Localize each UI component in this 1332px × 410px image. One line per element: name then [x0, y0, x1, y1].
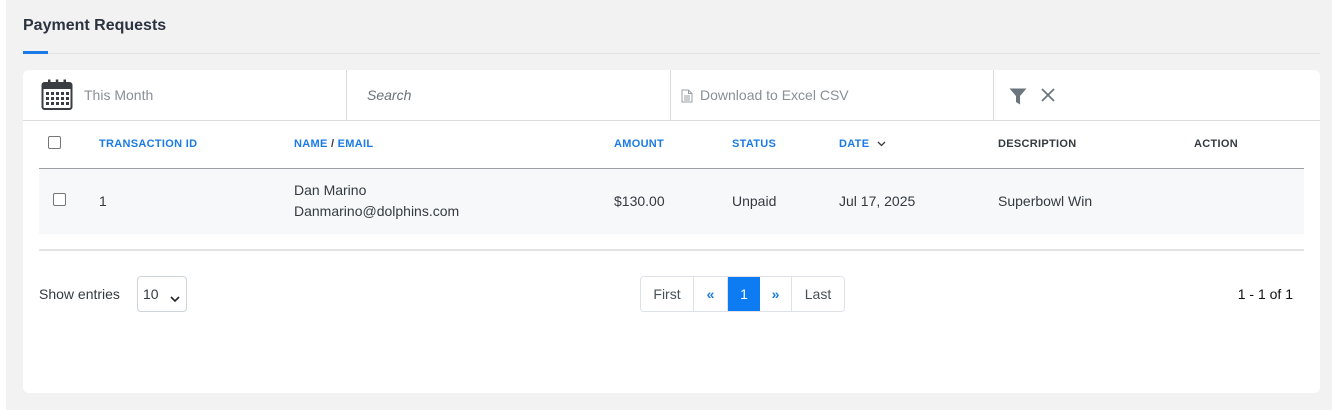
calendar-icon[interactable] [41, 79, 73, 116]
column-header-transaction-id[interactable]: TRANSACTION ID [99, 121, 294, 169]
select-all-checkbox[interactable] [48, 136, 61, 150]
download-csv-label: Download to Excel CSV [700, 87, 849, 103]
pagination-next[interactable]: » [760, 277, 792, 311]
date-range-label[interactable]: This Month [84, 87, 153, 103]
column-header-amount[interactable]: AMOUNT [614, 121, 732, 169]
filter-cell [994, 70, 1320, 121]
sort-descending-icon[interactable] [877, 138, 886, 150]
select-all-cell [39, 121, 99, 169]
pagination: First « 1 » Last [640, 276, 845, 312]
entries-per-page-select[interactable]: 10 [137, 276, 187, 312]
customer-name: Dan Marino [294, 182, 367, 199]
amount-cell: $130.00 [614, 168, 732, 234]
filter-icon[interactable] [1009, 88, 1027, 110]
search-input[interactable] [365, 83, 655, 107]
column-header-name-email[interactable]: NAME / EMAIL [294, 121, 614, 169]
action-cell [1194, 168, 1304, 234]
column-header-date[interactable]: DATE [839, 138, 869, 150]
row-checkbox[interactable] [53, 192, 66, 206]
active-tab-indicator [23, 51, 48, 54]
description-cell: Superbowl Win [998, 168, 1194, 234]
table-footer-divider [39, 249, 1304, 251]
transaction-id-cell: 1 [99, 168, 294, 234]
pagination-first[interactable]: First [641, 277, 694, 311]
download-csv-button[interactable]: Download to Excel CSV [671, 70, 994, 121]
search-cell [347, 70, 671, 121]
table-header-row: TRANSACTION ID NAME / EMAIL AMOUNT STATU… [39, 121, 1304, 169]
page: Payment Requests This Month Search Downl… [6, 0, 1332, 410]
name-email-cell: Dan Marino Danmarino@dolphins.com [294, 168, 614, 234]
tab-bar: Payment Requests [23, 0, 1320, 54]
payments-card: This Month Download to Excel CSV [23, 70, 1320, 393]
entries-per-page-value: 10 [143, 286, 159, 302]
record-range-text: 1 - 1 of 1 [1237, 286, 1293, 302]
page-title[interactable]: Payment Requests [23, 17, 166, 35]
column-header-date-cell[interactable]: DATE [839, 121, 998, 169]
chevron-down-icon [170, 290, 180, 306]
date-range-picker[interactable]: This Month [23, 70, 347, 121]
pagination-previous[interactable]: « [694, 277, 728, 311]
column-header-name[interactable]: NAME [294, 138, 328, 150]
table-row: 1 Dan Marino Danmarino@dolphins.com $130… [39, 168, 1304, 234]
column-header-description: DESCRIPTION [998, 121, 1194, 169]
status-cell: Unpaid [732, 168, 839, 234]
document-icon [681, 89, 693, 108]
show-entries-label: Show entries [39, 286, 120, 302]
payments-table: TRANSACTION ID NAME / EMAIL AMOUNT STATU… [39, 121, 1304, 234]
pagination-page-current[interactable]: 1 [728, 277, 760, 311]
pagination-last[interactable]: Last [792, 277, 844, 311]
column-header-status[interactable]: STATUS [732, 121, 839, 169]
row-select-cell [39, 168, 99, 234]
column-header-action: ACTION [1194, 121, 1304, 169]
toolbar: This Month Download to Excel CSV [23, 70, 1320, 121]
column-header-email[interactable]: EMAIL [338, 138, 374, 150]
date-cell: Jul 17, 2025 [839, 168, 998, 234]
customer-email: Danmarino@dolphins.com [294, 203, 460, 220]
column-header-separator: / [327, 138, 338, 151]
clear-filter-icon[interactable] [1041, 88, 1055, 107]
